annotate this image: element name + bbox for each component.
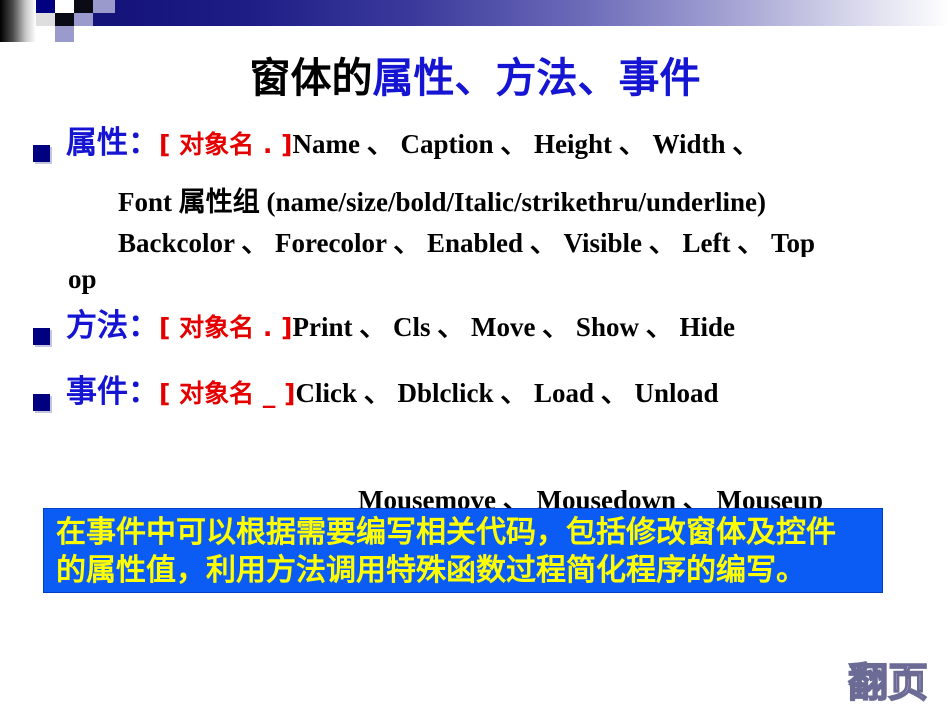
banner-check-8 (36, 26, 55, 42)
banner-left-fade (0, 0, 36, 42)
bullet-properties-object-ref: [ 对象名 . ] (159, 130, 293, 159)
slide-canvas: 窗体的属性、方法、事件 属性：[ 对象名 . ]Name 、 Caption 、… (0, 0, 950, 713)
banner-check-1 (36, 0, 55, 13)
bullet-events-label: 事件： (66, 374, 159, 410)
bullet-marker-icon (33, 145, 50, 162)
bullet-methods-members: Print 、 Cls 、 Move 、 Show 、 Hide (292, 312, 735, 342)
bullet-properties-line-1: 属性：[ 对象名 . ]Name 、 Caption 、 Height 、 Wi… (66, 128, 950, 159)
bullet-methods-label: 方法： (66, 308, 159, 344)
bullet-properties-cont-2: Backcolor 、 Forecolor 、 Enabled 、 Visibl… (118, 230, 816, 257)
bullet-methods-object-ref: [ 对象名 . ] (159, 313, 293, 342)
bullet-properties-label: 属性： (66, 125, 159, 161)
bullet-marker-icon (33, 394, 50, 411)
banner-check-5 (36, 13, 55, 26)
bullet-events-line-1: 事件：[ 对象名 _ ]Click 、 Dblclick 、 Load 、 Un… (66, 377, 950, 408)
banner-check-7 (74, 13, 93, 26)
slide-header-banner (0, 0, 950, 48)
slide-body: 属性：[ 对象名 . ]Name 、 Caption 、 Height 、 Wi… (0, 128, 950, 429)
banner-check-2 (55, 0, 74, 13)
banner-check-4 (93, 0, 115, 13)
bullet-properties-members: Name 、 Caption 、 Height 、 Width 、 (292, 129, 760, 159)
bullet-events-object-ref: [ 对象名 _ ] (159, 379, 296, 408)
title-text-black: 窗体的 (249, 55, 373, 101)
bullet-marker-icon (33, 328, 50, 345)
bullet-methods-line-1: 方法：[ 对象名 . ]Print 、 Cls 、 Move 、 Show 、 … (66, 311, 950, 342)
bullet-properties-cont-3: op (68, 264, 97, 294)
bullet-properties-cont-2-clip: Backcolor 、 Forecolor 、 Enabled 、 Visibl… (0, 230, 950, 257)
callout-box: 在事件中可以根据需要编写相关代码，包括修改窗体及控件 的属性值，利用方法调用特殊… (43, 508, 883, 593)
title-text-blue: 属性、方法、事件 (372, 55, 701, 101)
page-turn-button[interactable]: 翻页 (847, 662, 929, 704)
bullet-properties: 属性：[ 对象名 . ]Name 、 Caption 、 Height 、 Wi… (0, 128, 950, 180)
bullet-events-members: Click 、 Dblclick 、 Load 、 Unload (295, 378, 719, 408)
banner-check-6 (55, 13, 74, 26)
banner-check-9 (55, 26, 74, 42)
banner-gradient-bar (0, 0, 950, 26)
bullet-events: 事件：[ 对象名 _ ]Click 、 Dblclick 、 Load 、 Un… (0, 377, 950, 429)
slide-title: 窗体的属性、方法、事件 (0, 58, 950, 99)
banner-check-3 (74, 0, 93, 13)
bullet-methods: 方法：[ 对象名 . ]Print 、 Cls 、 Move 、 Show 、 … (0, 311, 950, 363)
bullet-properties-cont-1: Font 属性组 (name/size/bold/Italic/striketh… (118, 187, 766, 217)
callout-line-2: 的属性值，利用方法调用特殊函数过程简化程序的编写。 (56, 553, 806, 589)
callout-line-1: 在事件中可以根据需要编写相关代码，包括修改窗体及控件 (56, 515, 836, 550)
